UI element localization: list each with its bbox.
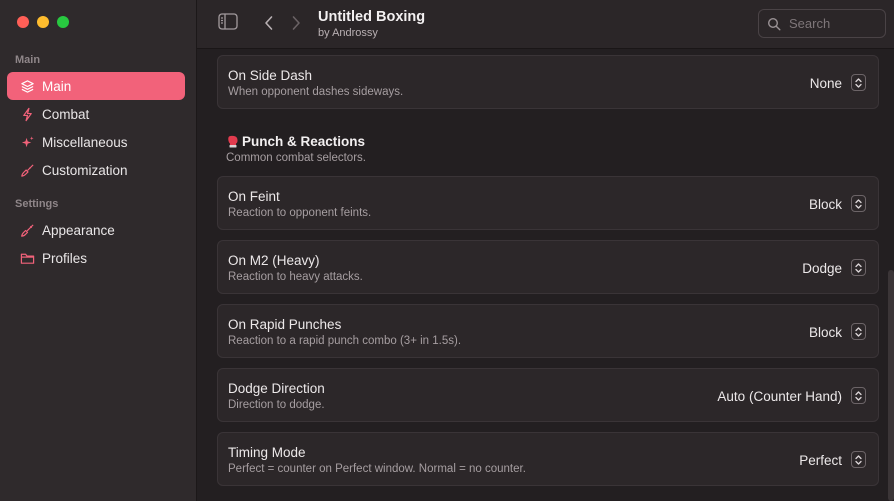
sidebar-item-miscellaneous[interactable]: Miscellaneous [7, 128, 185, 156]
setting-row-on-side-dash: On Side Dash When opponent dashes sidewa… [217, 55, 879, 109]
sidebar-section-main: Main [15, 54, 41, 66]
setting-value[interactable]: Block [809, 325, 842, 340]
popup-stepper-icon[interactable] [851, 259, 866, 276]
popup-stepper-icon[interactable] [851, 74, 866, 91]
window-subtitle: by Androssy [318, 27, 378, 39]
sidebar-item-combat[interactable]: Combat [7, 100, 185, 128]
bolt-icon [19, 106, 35, 122]
setting-title: Dodge Direction [228, 381, 325, 396]
setting-row-on-feint: On Feint Reaction to opponent feints. Bl… [217, 176, 879, 230]
setting-row-dodge-direction: Dodge Direction Direction to dodge. Auto… [217, 368, 879, 422]
setting-value[interactable]: Dodge [802, 261, 842, 276]
brush-icon [19, 162, 35, 178]
setting-row-on-m2-heavy: On M2 (Heavy) Reaction to heavy attacks.… [217, 240, 879, 294]
setting-description: Reaction to opponent feints. [228, 207, 372, 219]
sidebar-item-label: Combat [42, 106, 90, 122]
setting-title: On Side Dash [228, 68, 313, 83]
sidebar-item-customization[interactable]: Customization [7, 156, 185, 184]
sidebar-item-label: Appearance [42, 222, 115, 238]
setting-value[interactable]: Perfect [799, 453, 842, 468]
setting-description: Reaction to heavy attacks. [228, 271, 363, 283]
folder-icon [19, 250, 35, 266]
forward-chevron-icon[interactable] [290, 14, 302, 32]
sidebar-item-label: Miscellaneous [42, 134, 128, 150]
toolbar: Untitled Boxing by Androssy [197, 0, 894, 49]
popup-stepper-icon[interactable] [851, 323, 866, 340]
popup-stepper-icon[interactable] [851, 387, 866, 404]
section-header: Punch & Reactions [226, 134, 365, 149]
sidebar-item-label: Customization [42, 162, 128, 178]
sidebar-section-settings: Settings [15, 198, 59, 210]
setting-row-timing-mode: Timing Mode Perfect = counter on Perfect… [217, 432, 879, 486]
setting-row-on-rapid-punches: On Rapid Punches Reaction to a rapid pun… [217, 304, 879, 358]
setting-title: On Rapid Punches [228, 317, 342, 332]
boxing-glove-icon [228, 135, 238, 148]
section-title: Punch & Reactions [242, 134, 366, 149]
setting-title: On M2 (Heavy) [228, 253, 320, 268]
layers-icon [19, 78, 35, 94]
setting-description: Direction to dodge. [228, 399, 325, 411]
setting-title: Timing Mode [228, 445, 306, 460]
settings-list: On Side Dash When opponent dashes sidewa… [197, 50, 894, 501]
close-window-button[interactable] [17, 16, 29, 28]
minimize-window-button[interactable] [37, 16, 49, 28]
sidebar: Main Main Combat Miscellaneous Customiza… [0, 0, 197, 501]
setting-title: On Feint [228, 189, 280, 204]
setting-description: When opponent dashes sideways. [228, 86, 404, 98]
setting-description: Perfect = counter on Perfect window. Nor… [228, 463, 526, 475]
popup-stepper-icon[interactable] [851, 195, 866, 212]
sidebar-item-appearance[interactable]: Appearance [7, 216, 185, 244]
sidebar-item-label: Main [42, 78, 72, 94]
setting-value[interactable]: Auto (Counter Hand) [717, 389, 842, 404]
setting-value[interactable]: Block [809, 197, 842, 212]
paintbrush-icon [19, 222, 35, 238]
scrollbar[interactable] [888, 270, 894, 501]
search-input[interactable] [789, 16, 879, 31]
window-title: Untitled Boxing [318, 9, 426, 25]
setting-description: Reaction to a rapid punch combo (3+ in 1… [228, 335, 462, 347]
zoom-window-button[interactable] [57, 16, 69, 28]
app-window: Main Main Combat Miscellaneous Customiza… [0, 0, 894, 501]
sidebar-toggle-icon[interactable] [218, 13, 238, 30]
search-icon [767, 17, 781, 30]
search-field[interactable] [758, 9, 886, 38]
window-controls [17, 16, 69, 28]
sidebar-item-main[interactable]: Main [7, 72, 185, 100]
popup-stepper-icon[interactable] [851, 451, 866, 468]
sidebar-item-label: Profiles [42, 250, 88, 266]
back-chevron-icon[interactable] [263, 14, 275, 32]
section-subtitle: Common combat selectors. [226, 152, 366, 164]
sidebar-item-profiles[interactable]: Profiles [7, 244, 185, 272]
sparkle-icon [19, 134, 35, 150]
main-panel: Untitled Boxing by Androssy On Side Dash… [197, 0, 894, 501]
setting-value[interactable]: None [810, 76, 842, 91]
